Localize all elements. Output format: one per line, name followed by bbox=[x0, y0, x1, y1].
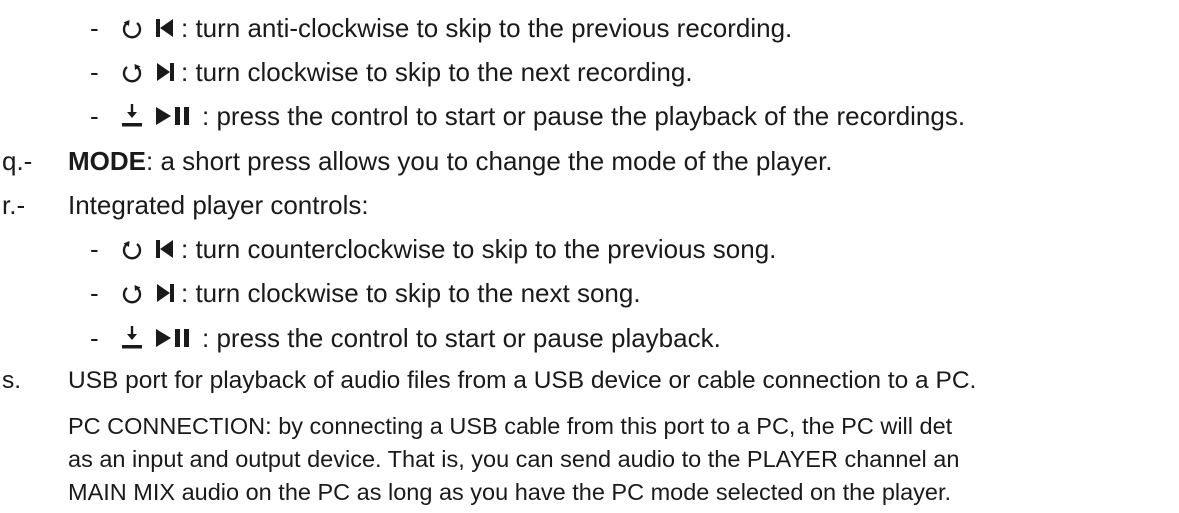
item-marker: s. bbox=[2, 367, 22, 394]
mode-label: MODE bbox=[68, 146, 146, 176]
item-marker: q.- bbox=[2, 146, 33, 176]
list-item-text: : turn counterclockwise to skip to the p… bbox=[181, 234, 777, 264]
bullet-dash: - bbox=[90, 57, 99, 87]
play-pause-icon bbox=[156, 107, 189, 125]
bullet-dash: - bbox=[90, 278, 99, 308]
press-down-icon bbox=[122, 326, 142, 349]
rotate-clockwise-icon bbox=[122, 64, 142, 83]
bullet-dash: - bbox=[90, 13, 99, 43]
play-pause-icon bbox=[156, 329, 189, 347]
pc-connection-line-3: MAIN MIX audio on the PC as long as you … bbox=[68, 479, 952, 505]
skip-previous-icon bbox=[156, 240, 173, 258]
item-marker: r.- bbox=[2, 190, 26, 220]
bullet-dash: - bbox=[90, 323, 99, 353]
skip-previous-icon bbox=[156, 19, 173, 37]
pc-connection-line-1: PC CONNECTION: by connecting a USB cable… bbox=[68, 413, 953, 439]
rotate-anticlockwise-icon bbox=[122, 241, 142, 260]
list-item-text: : turn clockwise to skip to the next son… bbox=[181, 278, 641, 308]
list-item-text: : a short press allows you to change the… bbox=[146, 146, 833, 176]
list-item-text: : press the control to start or pause pl… bbox=[202, 323, 721, 353]
list-item-text: : turn anti-clockwise to skip to the pre… bbox=[181, 13, 793, 43]
list-item-text: : press the control to start or pause th… bbox=[202, 101, 966, 131]
skip-next-icon bbox=[157, 284, 174, 302]
press-down-icon bbox=[122, 104, 142, 127]
list-item-text: : turn clockwise to skip to the next rec… bbox=[181, 57, 693, 87]
pc-connection-line-2: as an input and output device. That is, … bbox=[68, 446, 960, 472]
list-item-text: USB port for playback of audio files fro… bbox=[68, 367, 977, 394]
rotate-anticlockwise-icon bbox=[122, 20, 142, 39]
rotate-clockwise-icon bbox=[122, 285, 142, 304]
bullet-dash: - bbox=[90, 101, 99, 131]
bullet-dash: - bbox=[90, 234, 99, 264]
list-item-text: Integrated player controls: bbox=[68, 190, 369, 220]
skip-next-icon bbox=[157, 63, 174, 81]
